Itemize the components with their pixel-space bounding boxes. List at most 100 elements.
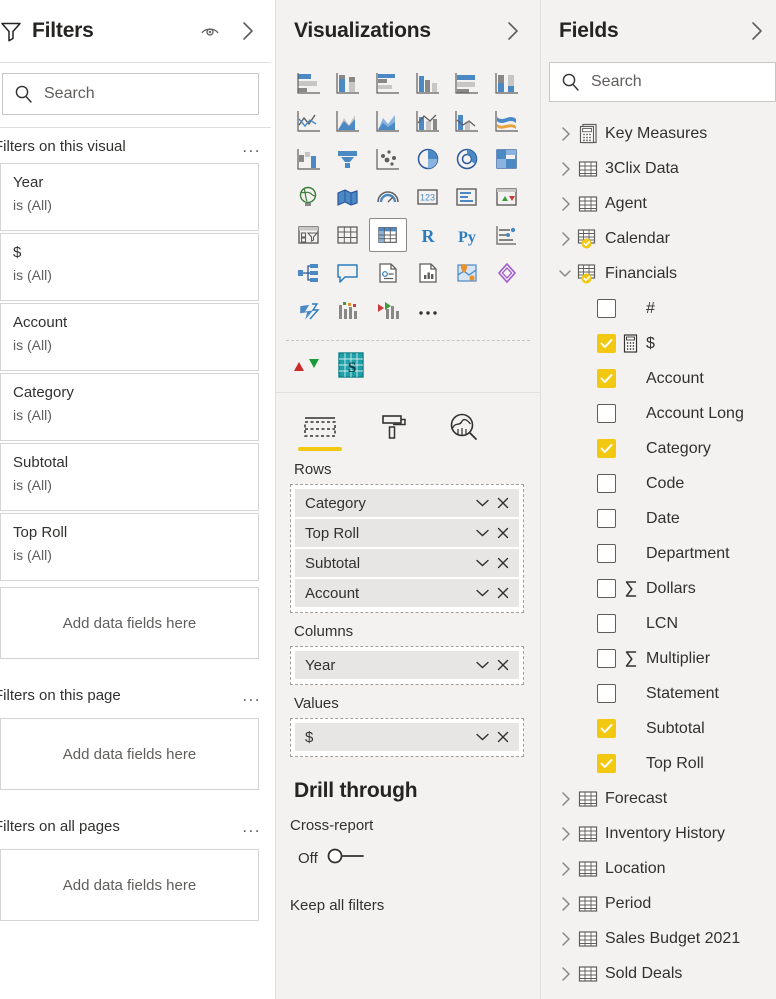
chevron-right-icon[interactable] [555,196,575,212]
field-row[interactable]: Multiplier [541,641,776,676]
power-automate-icon[interactable] [290,294,328,328]
stacked-column-chart-icon[interactable] [330,66,368,100]
chevron-down-icon[interactable] [471,660,493,670]
values-well[interactable]: $ [290,718,524,757]
fields-search-input[interactable]: Search [549,62,776,102]
chevron-right-icon[interactable] [555,826,575,842]
field-checkbox[interactable] [597,509,616,528]
donut-chart-icon[interactable] [449,142,487,176]
stacked-bar-chart-icon[interactable] [290,66,328,100]
chevron-down-icon[interactable] [471,498,493,508]
filled-map-icon[interactable] [330,180,368,214]
zebra-bi-tables-icon[interactable] [330,294,368,328]
kpi-icon[interactable] [488,180,526,214]
field-row[interactable]: Date [541,501,776,536]
close-icon[interactable] [493,659,513,671]
more-options-icon[interactable] [409,294,447,328]
filter-card[interactable]: Subtotal is (All) [0,443,259,511]
field-chip[interactable]: Top Roll [295,519,519,547]
map-icon[interactable] [290,180,328,214]
fields-table-inventory-history[interactable]: Inventory History [541,816,776,851]
field-chip[interactable]: Category [295,489,519,517]
filters-visual-dropzone[interactable]: Add data fields here [0,587,259,659]
line-and-stacked-column-chart-icon[interactable] [409,104,447,138]
field-chip[interactable]: Year [295,651,519,679]
power-apps-icon[interactable] [488,256,526,290]
field-row[interactable]: Category [541,431,776,466]
chevron-right-icon[interactable] [555,896,575,912]
chevron-down-icon[interactable] [555,268,575,280]
chevron-down-icon[interactable] [471,588,493,598]
collapse-fields-pane-button[interactable] [744,18,770,44]
fields-table-financials[interactable]: Financials [541,256,776,291]
fields-table-agent[interactable]: Agent [541,186,776,221]
pie-chart-icon[interactable] [409,142,447,176]
filter-card[interactable]: Account is (All) [0,303,259,371]
field-chip[interactable]: Subtotal [295,549,519,577]
stacked-area-chart-icon[interactable] [369,104,407,138]
close-icon[interactable] [493,557,513,569]
collapse-filters-pane-button[interactable] [235,18,261,44]
fields-table-3clix-data[interactable]: 3Clix Data [541,151,776,186]
field-row[interactable]: # [541,291,776,326]
chevron-right-icon[interactable] [555,931,575,947]
filters-page-dropzone[interactable]: Add data fields here [0,718,259,790]
field-checkbox[interactable] [597,579,616,598]
filters-all-pages-dropzone[interactable]: Add data fields here [0,849,259,921]
treemap-icon[interactable] [488,142,526,176]
field-row[interactable]: Account [541,361,776,396]
chevron-down-icon[interactable] [471,732,493,742]
filters-search-input[interactable]: Search [2,73,259,115]
chevron-right-icon[interactable] [555,861,575,877]
field-row[interactable]: Code [541,466,776,501]
chevron-right-icon[interactable] [555,161,575,177]
close-icon[interactable] [493,527,513,539]
fields-tab[interactable] [298,414,342,451]
eye-icon[interactable] [197,18,223,44]
paginated-report-icon[interactable] [409,256,447,290]
field-checkbox[interactable] [597,719,616,738]
funnel-chart-icon[interactable] [330,142,368,176]
fields-table-forecast[interactable]: Forecast [541,781,776,816]
field-checkbox[interactable] [597,334,616,353]
line-chart-icon[interactable] [290,104,328,138]
line-and-clustered-column-chart-icon[interactable] [449,104,487,138]
field-checkbox[interactable] [597,649,616,668]
hundred-percent-stacked-bar-chart-icon[interactable] [449,66,487,100]
multi-row-card-icon[interactable] [449,180,487,214]
rows-well[interactable]: Category Top Roll Subtotal Account [290,484,524,613]
section-more-icon[interactable]: ... [242,138,261,155]
decomposition-tree-icon[interactable] [290,256,328,290]
field-checkbox[interactable] [597,614,616,633]
field-checkbox[interactable] [597,369,616,388]
field-checkbox[interactable] [597,474,616,493]
field-row[interactable]: Dollars [541,571,776,606]
field-row[interactable]: Subtotal [541,711,776,746]
chevron-down-icon[interactable] [471,558,493,568]
zebra-bi-charts-icon[interactable] [369,294,407,328]
slicer-icon[interactable] [290,218,328,252]
fields-table-location[interactable]: Location [541,851,776,886]
chevron-right-icon[interactable] [555,231,575,247]
columns-well[interactable]: Year [290,646,524,685]
qna-icon[interactable] [330,256,368,290]
field-row[interactable]: $ [541,326,776,361]
fields-table-sales-budget-2021[interactable]: Sales Budget 2021 [541,921,776,956]
python-visual-icon[interactable]: Py [449,218,487,252]
field-checkbox[interactable] [597,754,616,773]
field-checkbox[interactable] [597,684,616,703]
field-chip[interactable]: Account [295,579,519,607]
smart-narrative-icon[interactable] [369,256,407,290]
clustered-bar-chart-icon[interactable] [369,66,407,100]
section-more-icon[interactable]: ... [242,687,261,704]
clustered-column-chart-icon[interactable] [409,66,447,100]
field-checkbox[interactable] [597,544,616,563]
field-row[interactable]: Statement [541,676,776,711]
cross-report-toggle[interactable] [326,846,372,871]
fields-table-calendar[interactable]: Calendar [541,221,776,256]
field-checkbox[interactable] [597,439,616,458]
field-checkbox[interactable] [597,299,616,318]
close-icon[interactable] [493,587,513,599]
chevron-right-icon[interactable] [555,126,575,142]
field-row[interactable]: LCN [541,606,776,641]
